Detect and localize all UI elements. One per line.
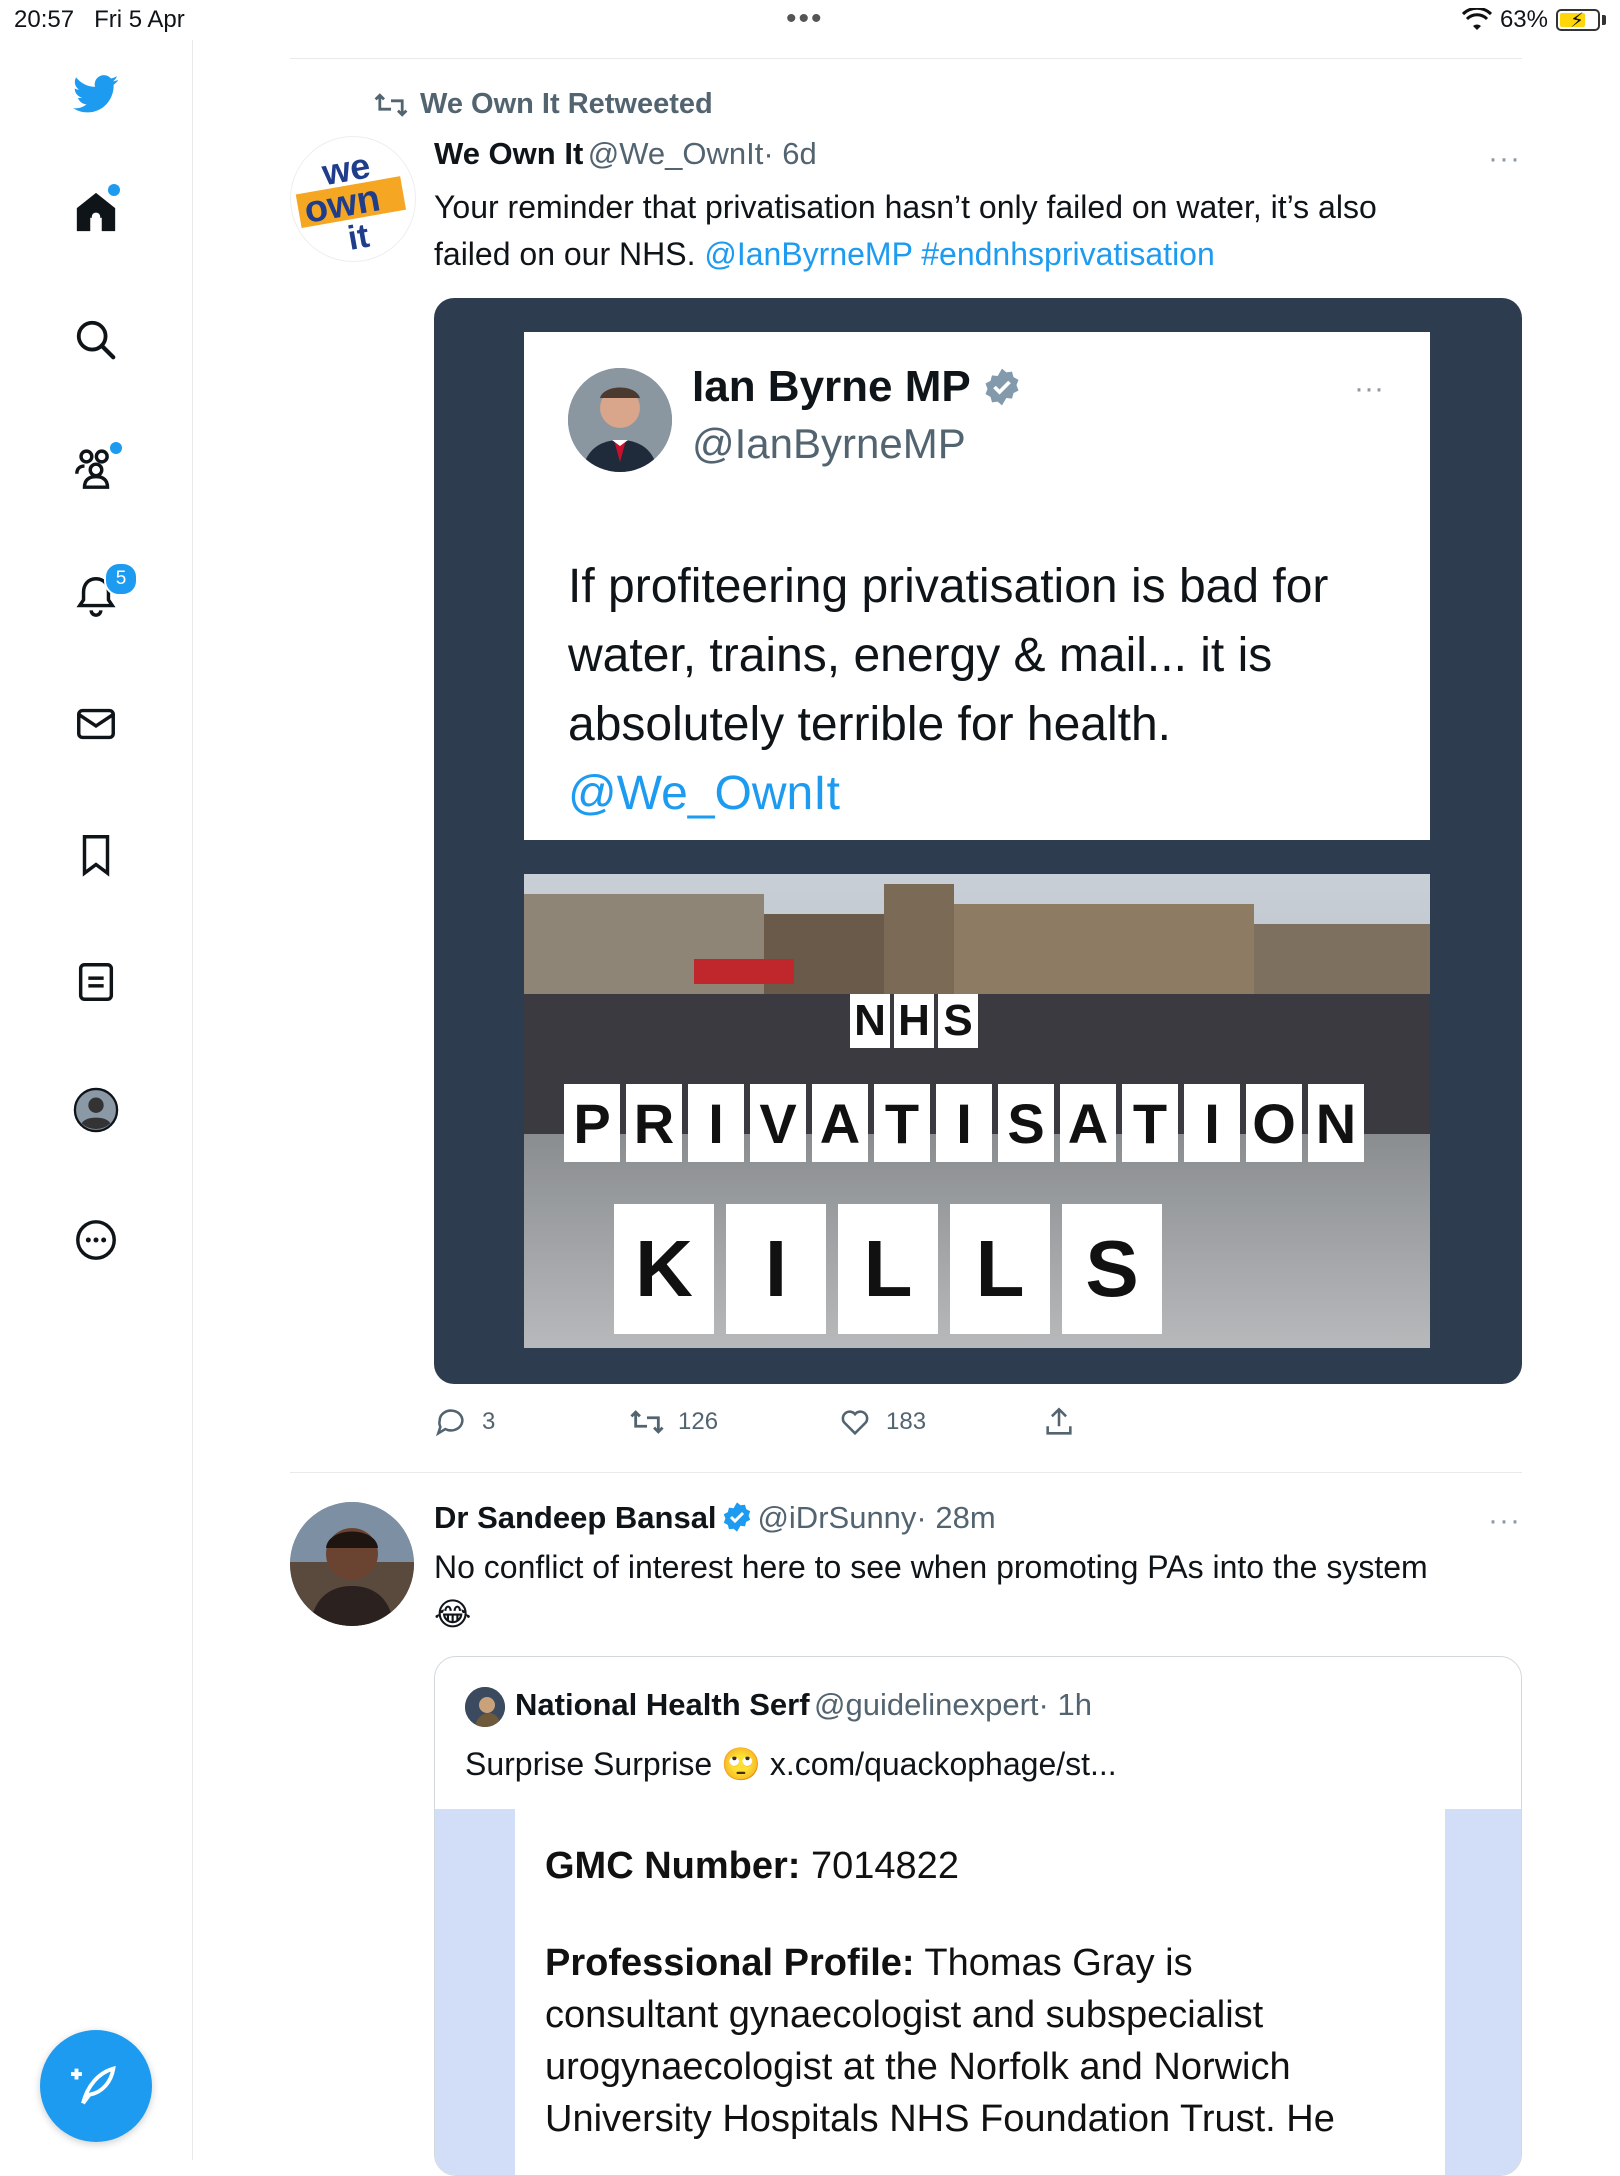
reply-icon	[435, 1409, 464, 1437]
author-handle[interactable]: @We_OwnIt	[588, 136, 764, 171]
retweet-icon	[630, 1410, 664, 1434]
home-notification-dot	[108, 184, 120, 196]
quote-avatar	[465, 1687, 505, 1727]
quote-text: Surprise Surprise 🙄 x.com/quackophage/st…	[465, 1746, 1117, 1782]
communities-notification-dot	[110, 442, 122, 454]
protest-photo: N H S P R I V A T I S A T I O N K I L L …	[524, 874, 1430, 1348]
share-button[interactable]	[1042, 1405, 1076, 1439]
quoted-tweet[interactable]: National Health Serf @guidelinexpert· 1h…	[434, 1656, 1522, 2176]
tweet-more-button[interactable]: ···	[1488, 1504, 1521, 1538]
heart-icon	[841, 1410, 869, 1436]
more-icon[interactable]	[68, 1212, 124, 1268]
mention-link[interactable]: @IanByrneMP	[704, 236, 912, 272]
verified-badge-icon	[723, 1502, 751, 1532]
divider	[290, 1472, 1522, 1473]
search-icon[interactable]	[68, 312, 124, 368]
laughing-emoji: 😂	[434, 1596, 472, 1632]
quote-image: GMC Number: 7014822 Professional Profile…	[435, 1809, 1521, 2175]
screenshot-card: Ian Byrne MP @IanByrneMP ··· If profitee…	[524, 332, 1430, 840]
signs-row-privatisation: P R I V A T I S A T I O N	[564, 1084, 1364, 1162]
ian-byrne-avatar	[568, 368, 672, 472]
hashtag-link[interactable]: #endnhsprivatisation	[921, 236, 1215, 272]
status-bar: 20:57 Fri 5 Apr ••• 63% ⚡	[0, 0, 1620, 40]
tweet-image[interactable]: Ian Byrne MP @IanByrneMP ··· If profitee…	[434, 298, 1522, 1384]
quote-header: National Health Serf @guidelinexpert· 1h	[515, 1687, 1092, 1723]
reply-count: 3	[482, 1408, 496, 1435]
retweet-label: We Own It Retweeted	[420, 88, 713, 120]
quote-author-handle: @guidelinexpert	[814, 1687, 1039, 1722]
svg-text:it: it	[345, 217, 372, 258]
professional-profile: Professional Profile: Thomas Gray is con…	[545, 1942, 1335, 2140]
battery-icon: ⚡	[1556, 9, 1600, 32]
battery-percent: 63%	[1499, 6, 1548, 33]
retweet-button[interactable]: 126	[630, 1405, 718, 1439]
compose-icon	[71, 2065, 116, 2105]
share-icon	[1046, 1407, 1072, 1435]
sidebar: 5	[0, 40, 193, 2160]
status-time: 20:57 Fri 5 Apr	[14, 6, 185, 33]
quote-link[interactable]: x.com/quackophage/st...	[770, 1746, 1117, 1782]
tweet-text: No conflict of interest here to see when…	[434, 1544, 1522, 1638]
compose-button[interactable]	[40, 2030, 152, 2142]
author-handle[interactable]: @iDrSunny	[757, 1500, 916, 1535]
tweet-actions: 3 126 183	[434, 1405, 1134, 1445]
author-name[interactable]: Dr Sandeep Bansal	[434, 1500, 717, 1535]
eye-roll-emoji: 🙄	[721, 1746, 761, 1782]
home-icon[interactable]	[68, 184, 124, 240]
status-right: 63% ⚡	[1461, 6, 1606, 34]
retweet-count: 126	[678, 1408, 719, 1435]
notifications-icon[interactable]: 5	[68, 562, 138, 624]
gmc-number: GMC Number: 7014822	[545, 1845, 959, 1887]
card-text: If profiteering privatisation is bad for…	[568, 560, 1329, 820]
signs-row-kills: K I L L S	[614, 1204, 1162, 1334]
wifi-icon	[1461, 8, 1492, 30]
card-name: Ian Byrne MP	[692, 362, 1022, 412]
retweet-icon	[374, 92, 408, 117]
tweet1-header: We Own It @We_OwnIt· 6d	[434, 136, 817, 172]
author-name[interactable]: We Own It	[434, 136, 583, 171]
divider	[290, 58, 1522, 59]
multitasking-dots[interactable]: •••	[786, 2, 824, 36]
notifications-badge: 5	[104, 562, 138, 596]
gmc-document: GMC Number: 7014822 Professional Profile…	[515, 1809, 1445, 2175]
avatar-sandeep-bansal[interactable]	[290, 1502, 414, 1626]
profile-icon[interactable]	[68, 1082, 124, 1138]
card-more: ···	[1354, 372, 1384, 405]
tweet-time[interactable]: · 6d	[763, 136, 816, 171]
verified-badge-icon	[985, 368, 1019, 406]
tweet-text: Your reminder that privatisation hasn’t …	[434, 189, 1377, 272]
card-handle: @IanByrneMP	[692, 420, 966, 467]
reply-button[interactable]: 3	[434, 1405, 495, 1439]
we-own-it-logo: we own it	[295, 145, 407, 258]
tweet2-header: Dr Sandeep Bansal @iDrSunny· 28m	[434, 1500, 996, 1536]
tweet-more-button[interactable]: ···	[1488, 142, 1521, 176]
retweet-context[interactable]: We Own It Retweeted	[374, 88, 713, 121]
twitter-logo-icon[interactable]	[68, 66, 124, 122]
messages-icon[interactable]	[68, 696, 124, 752]
communities-icon[interactable]	[68, 440, 124, 496]
like-button[interactable]: 183	[838, 1405, 926, 1439]
quote-time: · 1h	[1038, 1687, 1092, 1722]
avatar-we-own-it[interactable]: we own it	[290, 136, 416, 262]
lists-icon[interactable]	[68, 954, 124, 1010]
quote-author-name: National Health Serf	[515, 1687, 810, 1722]
bookmarks-icon[interactable]	[68, 826, 124, 882]
like-count: 183	[886, 1408, 927, 1435]
tweet-time[interactable]: · 28m	[916, 1500, 995, 1535]
svg-text:own: own	[301, 177, 383, 232]
signs-row-nhs: N H S	[850, 994, 978, 1048]
